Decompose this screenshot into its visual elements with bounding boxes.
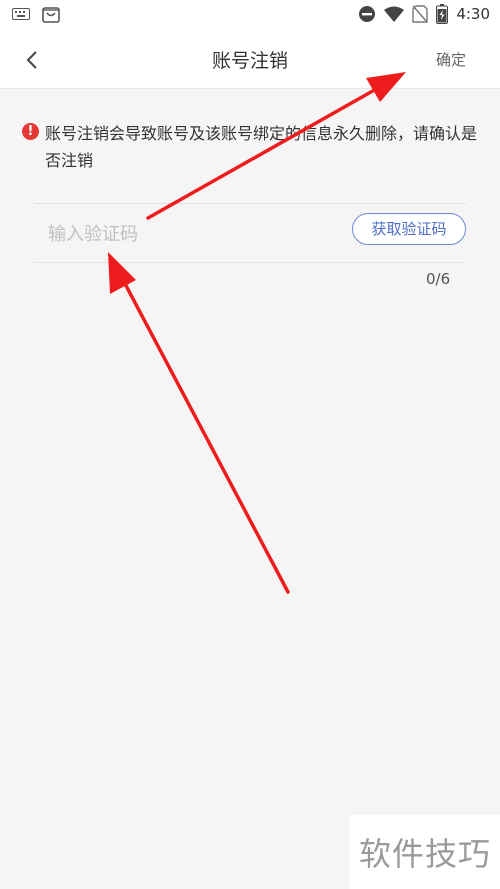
code-length-counter: 0/6: [426, 270, 451, 288]
battery-icon: [436, 4, 449, 24]
verification-code-row: 获取验证码: [34, 203, 466, 263]
status-bar: 4:30: [0, 0, 500, 30]
status-bar-right: 4:30: [358, 4, 490, 24]
status-bar-left: [12, 5, 60, 23]
warning-icon: !: [22, 123, 39, 140]
nav-bar: 账号注销 确定: [0, 30, 500, 89]
keyboard-icon: [12, 8, 30, 20]
page-title: 账号注销: [211, 50, 288, 72]
get-code-button[interactable]: 获取验证码: [352, 213, 466, 245]
no-sim-icon: [412, 5, 429, 23]
confirm-button[interactable]: 确定: [436, 49, 466, 70]
status-time: 4:30: [456, 5, 490, 23]
watermark: 软件技巧: [350, 815, 500, 889]
wifi-icon: [384, 6, 405, 22]
shop-bag-icon: [42, 7, 60, 23]
verification-code-input[interactable]: [46, 214, 330, 254]
arrow-to-input: [108, 252, 290, 594]
warning-text: 账号注销会导致账号及该账号绑定的信息永久删除，请确认是否注销: [45, 124, 478, 170]
warning-message: ! 账号注销会导致账号及该账号绑定的信息永久删除，请确认是否注销: [22, 120, 482, 174]
do-not-disturb-icon: [359, 6, 376, 22]
